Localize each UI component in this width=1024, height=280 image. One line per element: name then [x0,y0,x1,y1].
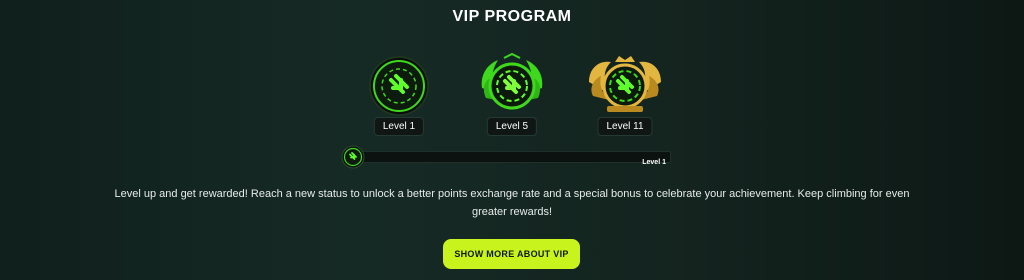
current-level-label: Level 1 [642,159,666,166]
section-title: VIP PROGRAM [452,8,572,25]
level-11-badge: Level 11 [575,52,675,138]
current-level-chip-icon [341,145,365,169]
chip-laurel-level-5-icon [481,52,543,110]
chip-gold-wings-level-11-icon [589,56,661,112]
show-more-vip-button[interactable]: SHOW MORE ABOUT VIP [443,239,580,269]
vip-program-section: VIP PROGRAM Level 1 Level 5 Level 11 Lev… [0,0,1024,280]
badge-label: Level 11 [597,117,653,136]
chip-level-1-icon [369,56,429,116]
level-1-badge: Level 1 [349,52,449,138]
level-5-badge: Level 5 [462,52,562,138]
vip-description: Level up and get rewarded! Reach a new s… [114,188,910,218]
badge-label: Level 1 [373,117,425,136]
badge-label: Level 5 [486,117,538,136]
vip-progress-bar: Level 1 [341,145,671,169]
progress-track: Level 1 [351,151,671,166]
